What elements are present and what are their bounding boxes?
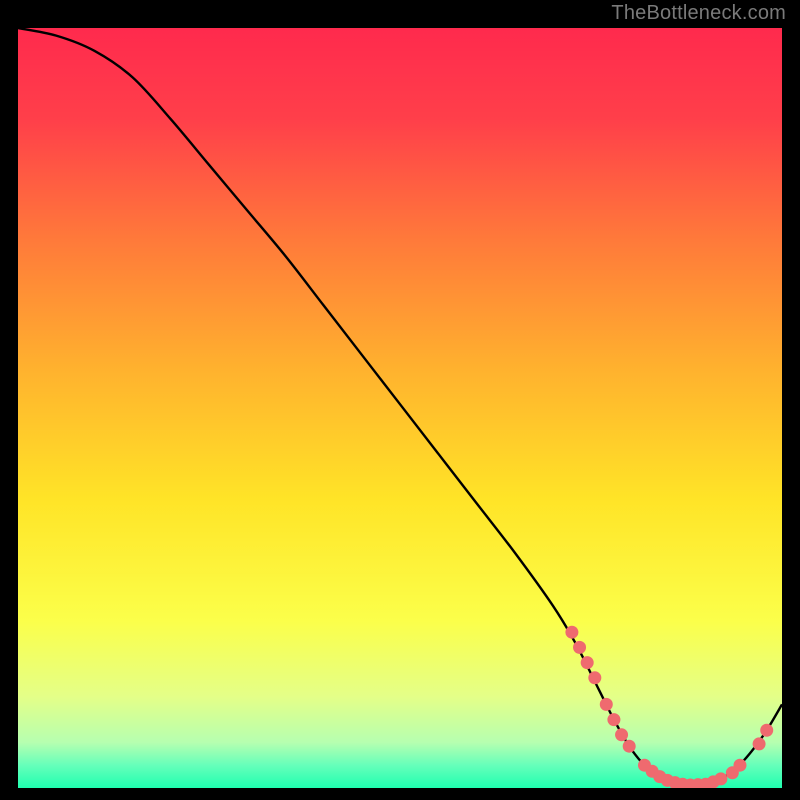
plot-area — [18, 28, 782, 788]
chart-container: TheBottleneck.com — [0, 0, 800, 800]
attribution-text: TheBottleneck.com — [611, 2, 786, 25]
data-marker — [607, 713, 620, 726]
data-marker — [753, 737, 766, 750]
data-marker — [615, 728, 628, 741]
data-marker — [760, 724, 773, 737]
data-marker — [573, 641, 586, 654]
chart-svg — [18, 28, 782, 788]
data-marker — [623, 740, 636, 753]
data-marker — [565, 626, 578, 639]
data-marker — [714, 772, 727, 785]
data-marker — [581, 656, 594, 669]
gradient-background — [18, 28, 782, 788]
data-marker — [733, 759, 746, 772]
data-marker — [600, 698, 613, 711]
data-marker — [588, 671, 601, 684]
